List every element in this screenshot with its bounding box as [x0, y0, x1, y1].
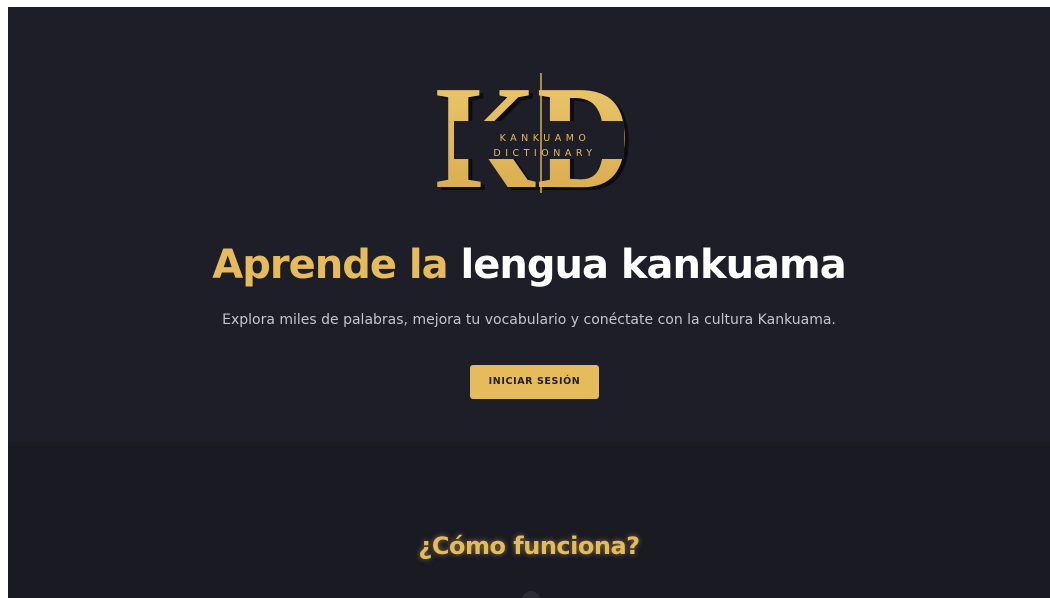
hero-title-rest: lengua kankuama	[460, 242, 847, 288]
hero-title: Aprende la lengua kankuama	[8, 239, 1050, 291]
logo-text-line1: KANKUAMO	[500, 133, 591, 144]
login-button[interactable]: INICIAR SESIÓN	[470, 365, 599, 399]
logo-text-line2: DICTIONARY	[493, 148, 596, 159]
landing-page: KD KD KANKUAMO DICTIONARY Aprende la len…	[8, 7, 1050, 598]
hero-subtitle: Explora miles de palabras, mejora tu voc…	[222, 312, 836, 328]
how-it-works-title: ¿Cómo funciona?	[418, 532, 640, 560]
hero-title-accent: Aprende la	[212, 242, 448, 288]
kankuamo-dictionary-logo: KD KD KANKUAMO DICTIONARY	[436, 71, 635, 195]
how-it-works-section	[8, 442, 1050, 598]
